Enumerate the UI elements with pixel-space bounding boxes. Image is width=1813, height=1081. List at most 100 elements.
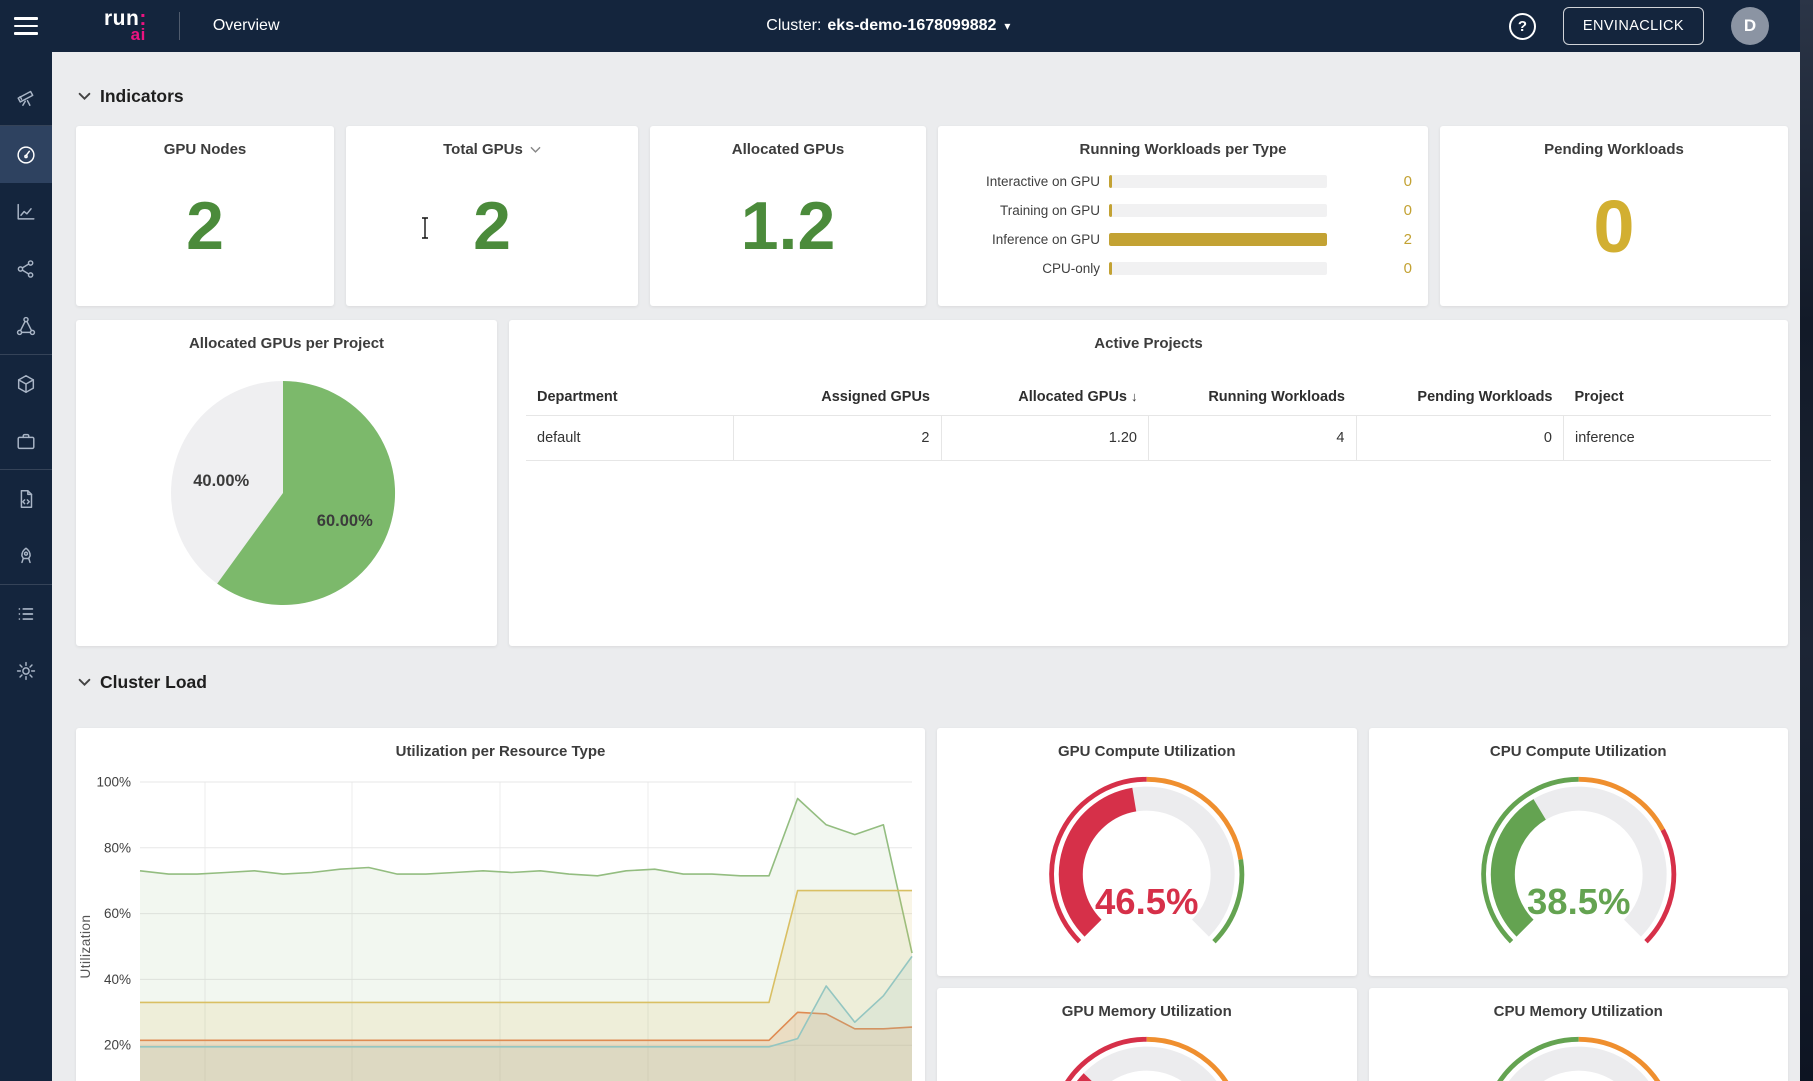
workload-bar-row: CPU-only 0 xyxy=(938,254,1428,283)
gear-icon xyxy=(15,660,37,682)
line-chart-icon xyxy=(15,201,37,223)
total-gpus-card: Total GPUs 2 xyxy=(346,126,638,306)
pie-svg: 60.00%40.00% xyxy=(76,354,497,622)
workload-bars: Interactive on GPU 0 Training on GPU 0 I… xyxy=(938,167,1428,283)
gpu-memory-gauge xyxy=(937,1020,1357,1081)
allocated-gpus-card: Allocated GPUs 1.2 xyxy=(650,126,926,306)
sidebar-navigation xyxy=(0,52,52,1081)
column-header-pending-workloads[interactable]: Pending Workloads xyxy=(1356,379,1564,416)
column-header-text: Allocated GPUs xyxy=(1018,389,1127,405)
top-navigation-bar: run: ai Overview Cluster: eks-demo-16780… xyxy=(0,0,1813,52)
card-title: Pending Workloads xyxy=(1440,126,1788,158)
sidebar-item-share-graph[interactable] xyxy=(0,240,52,297)
sidebar-item-models[interactable] xyxy=(0,355,52,412)
column-header-department[interactable]: Department xyxy=(526,379,734,416)
sidebar-item-templates[interactable] xyxy=(0,470,52,527)
workload-bar-fill xyxy=(1109,262,1112,275)
chevron-down-icon: ▾ xyxy=(1004,19,1010,33)
card-title: GPU Compute Utilization xyxy=(937,728,1357,760)
gauge-svg: 38.5% xyxy=(1377,762,1781,962)
running-workloads-card: Running Workloads per Type Interactive o… xyxy=(938,126,1428,306)
workload-bar-row: Training on GPU 0 xyxy=(938,196,1428,225)
gauge-value-label: 38.5% xyxy=(1527,881,1631,922)
active-projects-card: Active Projects Department Assigned GPUs… xyxy=(509,320,1788,646)
gpu-compute-gauge: 46.5% xyxy=(937,760,1357,976)
workload-label: CPU-only xyxy=(954,261,1100,276)
page-title: Overview xyxy=(213,17,280,35)
sidebar-item-pipelines[interactable] xyxy=(0,297,52,354)
column-header-allocated-gpus[interactable]: Allocated GPUs↓ xyxy=(941,379,1149,416)
workload-value: 0 xyxy=(1404,260,1412,277)
cpu-compute-gauge: 38.5% xyxy=(1369,760,1789,976)
account-button[interactable]: ENVINACLICK xyxy=(1563,7,1704,45)
allocated-gpus-pie-chart: 60.00%40.00% xyxy=(76,352,497,622)
indicators-row: GPU Nodes 2 Total GPUs 2 Allocated GPUs … xyxy=(76,126,1788,306)
y-tick-label: 20% xyxy=(104,1038,131,1053)
sidebar-item-telescope[interactable] xyxy=(0,68,52,125)
workload-label: Inference on GPU xyxy=(954,232,1100,247)
cell-running-workloads: 4 xyxy=(1149,416,1357,461)
card-title: GPU Memory Utilization xyxy=(937,988,1357,1020)
workload-bar-track xyxy=(1109,175,1327,188)
workload-value: 2 xyxy=(1404,231,1412,248)
y-tick-label: 40% xyxy=(104,972,131,987)
help-icon[interactable]: ? xyxy=(1509,13,1536,40)
column-header-project[interactable]: Project xyxy=(1564,379,1772,416)
projects-row: Allocated GPUs per Project 60.00%40.00% … xyxy=(76,320,1788,646)
cell-pending-workloads: 0 xyxy=(1356,416,1564,461)
y-tick-label: 80% xyxy=(104,840,131,855)
allocated-gpus-value: 1.2 xyxy=(650,158,926,306)
workload-bar-fill xyxy=(1109,175,1112,188)
gpu-memory-utilization-card: GPU Memory Utilization xyxy=(937,988,1357,1081)
gpu-nodes-card: GPU Nodes 2 xyxy=(76,126,334,306)
cell-allocated-gpus: 1.20 xyxy=(941,416,1149,461)
card-title: Total GPUs xyxy=(346,126,638,158)
workload-label: Interactive on GPU xyxy=(954,174,1100,189)
telescope-icon xyxy=(15,86,37,108)
pending-workloads-value: 0 xyxy=(1440,158,1788,306)
briefcase-icon xyxy=(15,430,37,452)
rocket-icon xyxy=(15,545,37,567)
section-header-indicators[interactable]: Indicators xyxy=(76,52,1788,126)
chevron-down-icon xyxy=(78,678,91,687)
triangle-network-icon xyxy=(15,315,37,337)
sidebar-item-workloads[interactable] xyxy=(0,412,52,469)
card-title: Allocated GPUs xyxy=(650,126,926,158)
section-header-cluster-load[interactable]: Cluster Load xyxy=(76,646,1788,712)
sidebar-item-analytics[interactable] xyxy=(0,183,52,240)
card-title: CPU Memory Utilization xyxy=(1369,988,1789,1020)
sidebar-item-settings[interactable] xyxy=(0,642,52,699)
sidebar-item-nodes[interactable] xyxy=(0,585,52,642)
avatar[interactable]: D xyxy=(1731,7,1769,45)
hamburger-menu-icon[interactable] xyxy=(0,0,52,52)
code-file-icon xyxy=(15,488,37,510)
cluster-selector[interactable]: Cluster: eks-demo-1678099882 ▾ xyxy=(766,17,1010,35)
workload-bar-track xyxy=(1109,262,1327,275)
gauge-svg xyxy=(945,1022,1349,1081)
pending-workloads-card: Pending Workloads 0 xyxy=(1440,126,1788,306)
gpu-compute-utilization-card: GPU Compute Utilization 46.5% xyxy=(937,728,1357,976)
y-tick-label: 60% xyxy=(104,906,131,921)
sidebar-item-deployments[interactable] xyxy=(0,527,52,584)
cell-project: inference xyxy=(1564,416,1772,461)
chevron-down-icon[interactable] xyxy=(530,146,541,154)
column-header-assigned-gpus[interactable]: Assigned GPUs xyxy=(734,379,942,416)
card-title-text: Total GPUs xyxy=(443,141,523,158)
card-title: Running Workloads per Type xyxy=(938,126,1428,158)
sidebar-item-dashboard[interactable] xyxy=(0,126,52,183)
card-title: GPU Nodes xyxy=(76,126,334,158)
runai-logo: run: ai xyxy=(104,10,147,41)
cluster-name: eks-demo-1678099882 xyxy=(827,17,996,35)
column-header-running-workloads[interactable]: Running Workloads xyxy=(1149,379,1357,416)
workload-bar-fill xyxy=(1109,204,1112,217)
active-projects-table: Department Assigned GPUs Allocated GPUs↓… xyxy=(526,379,1771,461)
gauge-track xyxy=(1502,1059,1654,1081)
allocated-gpus-per-project-card: Allocated GPUs per Project 60.00%40.00% xyxy=(76,320,497,646)
gauge-track xyxy=(1071,1059,1223,1081)
workload-bar-track xyxy=(1109,204,1327,217)
card-title: Utilization per Resource Type xyxy=(76,728,925,760)
table-row[interactable]: default 2 1.20 4 0 inference xyxy=(526,416,1771,461)
area-chart-svg: 20%40%60%80%100%Utilization xyxy=(76,764,925,1081)
y-axis-label: Utilization xyxy=(78,914,93,978)
workload-value: 0 xyxy=(1404,202,1412,219)
